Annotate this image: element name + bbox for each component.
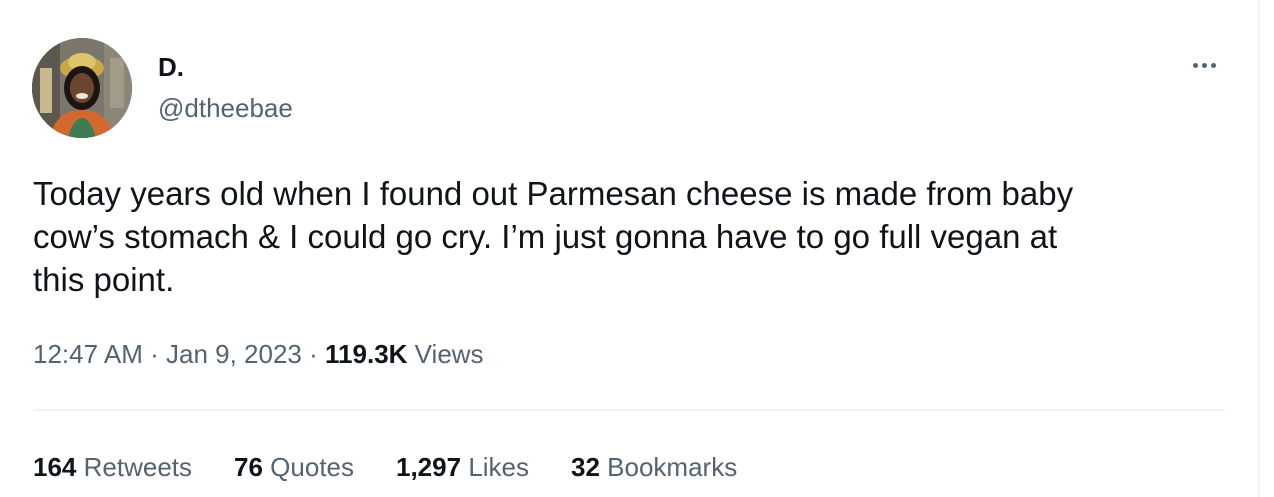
likes-label: Likes (468, 452, 530, 482)
bookmarks-count: 32 (571, 452, 600, 482)
more-horizontal-icon-dot (1201, 62, 1207, 68)
likes-count: 1,297 (396, 452, 462, 482)
meta-separator: · (309, 339, 318, 369)
more-options-button[interactable] (1186, 50, 1222, 80)
engagement-stats: 164 Retweets 76 Quotes 1,297 Likes 32 Bo… (33, 450, 737, 484)
views-label: Views (414, 339, 484, 369)
bookmarks-stat[interactable]: 32 Bookmarks (571, 450, 737, 484)
meta-separator: · (150, 339, 159, 369)
avatar[interactable] (32, 38, 132, 138)
views-count: 119.3K (325, 339, 408, 369)
avatar-photo (32, 38, 132, 138)
tweet-metadata: 12:47 AM · Jan 9, 2023 · 119.3K Views (33, 337, 484, 371)
author-handle[interactable]: @dtheebae (158, 93, 293, 123)
tweet-date[interactable]: Jan 9, 2023 (166, 339, 302, 369)
bookmarks-label: Bookmarks (607, 452, 738, 482)
retweets-stat[interactable]: 164 Retweets (33, 450, 192, 484)
panel-border (1258, 0, 1260, 497)
tweet-text: Today years old when I found out Parmesa… (33, 175, 1074, 298)
likes-stat[interactable]: 1,297 Likes (396, 450, 529, 484)
author-display-name[interactable]: D. (158, 52, 184, 82)
retweets-count: 164 (33, 452, 77, 482)
quotes-stat[interactable]: 76 Quotes (234, 450, 354, 484)
retweets-label: Retweets (83, 452, 193, 482)
quotes-label: Quotes (270, 452, 354, 482)
more-horizontal-icon (1192, 62, 1198, 68)
more-horizontal-icon-dot (1210, 62, 1216, 68)
divider (33, 409, 1225, 411)
tweet-card: D. @dtheebae Today years old when I foun… (0, 0, 1258, 497)
quotes-count: 76 (234, 452, 263, 482)
tweet-time[interactable]: 12:47 AM (33, 339, 143, 369)
